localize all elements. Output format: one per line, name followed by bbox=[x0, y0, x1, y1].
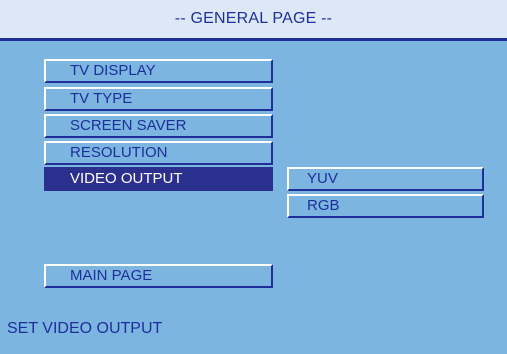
menu-item-tv-display[interactable]: TV DISPLAY bbox=[44, 59, 273, 83]
menu-item-tv-type[interactable]: TV TYPE bbox=[44, 87, 273, 111]
page-title: -- GENERAL PAGE -- bbox=[174, 10, 333, 27]
header-bar: -- GENERAL PAGE -- bbox=[0, 0, 507, 41]
setup-screen: -- GENERAL PAGE -- TV DISPLAY TV TYPE SC… bbox=[0, 0, 507, 354]
option-rgb[interactable]: RGB bbox=[287, 194, 484, 218]
status-message: SET VIDEO OUTPUT bbox=[7, 320, 163, 337]
menu-item-resolution[interactable]: RESOLUTION bbox=[44, 141, 273, 165]
menu-item-video-output[interactable]: VIDEO OUTPUT bbox=[44, 167, 273, 191]
main-page-button[interactable]: MAIN PAGE bbox=[44, 264, 273, 288]
menu-item-screen-saver[interactable]: SCREEN SAVER bbox=[44, 114, 273, 138]
option-yuv[interactable]: YUV bbox=[287, 167, 484, 191]
